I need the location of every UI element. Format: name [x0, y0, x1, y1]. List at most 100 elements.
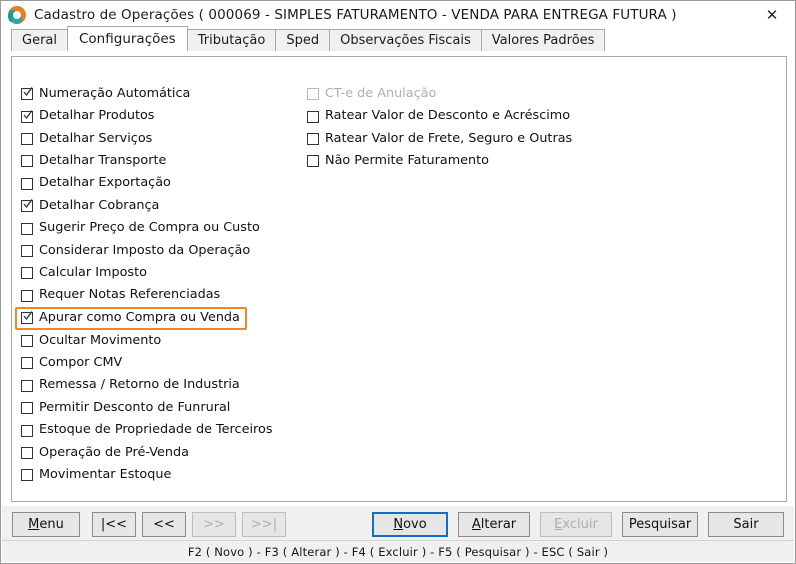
checkbox-label-permitir-desconto-de-funrural: Permitir Desconto de Funrural	[39, 399, 231, 415]
checkbox-row-calcular-imposto[interactable]: Calcular Imposto	[15, 262, 154, 284]
checkbox-label-ocultar-movimento: Ocultar Movimento	[39, 332, 162, 348]
action-button-bar: Menu |<< << >> >>| Novo Alterar Excluir …	[2, 506, 794, 542]
checkbox-row-requer-notas-referenciadas[interactable]: Requer Notas Referenciadas	[15, 285, 227, 307]
checkbox-label-numeracao-automatica: Numeração Automática	[39, 85, 191, 101]
checkbox-detalhar-exportacao[interactable]	[21, 177, 33, 190]
checkbox-label-requer-notas-referenciadas: Requer Notas Referenciadas	[39, 287, 221, 303]
tab-content-panel: Numeração Automática Detalhar Produtos Det…	[11, 56, 787, 502]
close-icon[interactable]: ✕	[749, 2, 795, 29]
checkbox-row-ocultar-movimento[interactable]: Ocultar Movimento	[15, 330, 168, 352]
tab-tributa-o[interactable]: Tributação	[186, 29, 277, 51]
checkbox-row-numeracao-automatica[interactable]: Numeração Automática	[15, 83, 197, 105]
checkbox-row-ratear-valor-de-desconto-e-acrescimo[interactable]: Ratear Valor de Desconto e Acréscimo	[301, 105, 577, 127]
checkbox-label-detalhar-produtos: Detalhar Produtos	[39, 108, 155, 124]
checkbox-label-movimentar-estoque: Movimentar Estoque	[39, 467, 172, 483]
checkbox-label-estoque-de-propriedade-de-terceiros: Estoque de Propriedade de Terceiros	[39, 422, 273, 438]
checkbox-label-apurar-como-compra-ou-venda: Apurar como Compra ou Venda	[39, 310, 240, 325]
nav-last-button: >>|	[242, 511, 286, 537]
checkbox-label-considerar-imposto-da-operacao: Considerar Imposto da Operação	[39, 242, 251, 258]
sair-button[interactable]: Sair	[708, 511, 784, 537]
checkbox-label-ct-e-de-anulacao: CT-e de Anulação	[325, 85, 437, 101]
status-bar: F2 ( Novo ) - F3 ( Alterar ) - F4 ( Excl…	[2, 540, 794, 562]
checkbox-compor-cmv[interactable]	[21, 357, 33, 370]
checkbox-label-sugerir-preco-de-compra-ou-custo: Sugerir Preço de Compra ou Custo	[39, 220, 260, 236]
novo-button-accel: N	[393, 516, 404, 532]
checkbox-row-ct-e-de-anulacao: CT-e de Anulação	[301, 83, 443, 105]
checkbox-label-ratear-valor-de-desconto-e-acrescimo: Ratear Valor de Desconto e Acréscimo	[325, 108, 571, 124]
checkbox-operacao-de-pre-venda[interactable]	[21, 447, 33, 460]
checkbox-row-detalhar-servicos[interactable]: Detalhar Serviços	[15, 128, 159, 150]
checkbox-row-estoque-de-propriedade-de-terceiros[interactable]: Estoque de Propriedade de Terceiros	[15, 419, 279, 441]
app-logo-icon	[8, 6, 26, 24]
nav-first-button[interactable]: |<<	[92, 511, 136, 537]
checkbox-detalhar-produtos[interactable]	[21, 109, 33, 123]
checkbox-numeracao-automatica[interactable]	[21, 87, 33, 101]
checkbox-permitir-desconto-de-funrural[interactable]	[21, 402, 33, 415]
options-column-right: CT-e de Anulação Ratear Valor de Desconto…	[307, 83, 579, 173]
checkbox-label-calcular-imposto: Calcular Imposto	[39, 264, 147, 280]
checkbox-detalhar-servicos[interactable]	[21, 132, 33, 145]
alterar-button[interactable]: Alterar	[458, 511, 530, 537]
checkbox-label-detalhar-cobranca: Detalhar Cobrança	[39, 197, 160, 213]
tab-geral[interactable]: Geral	[11, 29, 68, 51]
checkbox-ratear-valor-de-desconto-e-acrescimo[interactable]	[307, 110, 319, 123]
checkbox-detalhar-cobranca[interactable]	[21, 199, 33, 213]
checkbox-label-detalhar-transporte: Detalhar Transporte	[39, 152, 167, 168]
checkbox-row-movimentar-estoque[interactable]: Movimentar Estoque	[15, 464, 178, 486]
checkbox-considerar-imposto-da-operacao[interactable]	[21, 244, 33, 257]
tab-strip: Geral Configurações Tributação Sped Observaç…	[1, 26, 795, 51]
checkbox-row-nao-permite-faturamento[interactable]: Não Permite Faturamento	[301, 150, 496, 172]
checkbox-label-operacao-de-pre-venda: Operação de Pré-Venda	[39, 444, 189, 460]
tab-valores-padr-es[interactable]: Valores Padrões	[480, 29, 606, 51]
checkbox-row-permitir-desconto-de-funrural[interactable]: Permitir Desconto de Funrural	[15, 397, 237, 419]
novo-button[interactable]: Novo	[372, 511, 448, 537]
window-title: Cadastro de Operações ( 000069 - SIMPLES…	[34, 7, 677, 23]
nav-prev-button[interactable]: <<	[142, 511, 186, 537]
checkbox-row-detalhar-transporte[interactable]: Detalhar Transporte	[15, 150, 173, 172]
tab-sped[interactable]: Sped	[275, 29, 331, 51]
checkbox-label-nao-permite-faturamento: Não Permite Faturamento	[325, 152, 490, 168]
checkbox-label-ratear-valor-de-frete-seguro-e-outras: Ratear Valor de Frete, Seguro e Outras	[325, 130, 573, 146]
excluir-button: Excluir	[540, 511, 612, 537]
tab-configura-es[interactable]: Configurações	[67, 26, 188, 51]
checkbox-ct-e-de-anulacao	[307, 88, 319, 101]
checkbox-apurar-como-compra-ou-venda[interactable]	[21, 311, 33, 325]
status-bar-text: F2 ( Novo ) - F3 ( Alterar ) - F4 ( Excl…	[187, 544, 609, 559]
checkbox-requer-notas-referenciadas[interactable]	[21, 289, 33, 302]
checkbox-row-sugerir-preco-de-compra-ou-custo[interactable]: Sugerir Preço de Compra ou Custo	[15, 217, 267, 239]
checkbox-ocultar-movimento[interactable]	[21, 335, 33, 348]
checkbox-detalhar-transporte[interactable]	[21, 155, 33, 168]
checkbox-row-detalhar-produtos[interactable]: Detalhar Produtos	[15, 105, 161, 127]
checkbox-row-remessa-retorno-de-industria[interactable]: Remessa / Retorno de Industria	[15, 375, 247, 397]
checkbox-row-detalhar-exportacao[interactable]: Detalhar Exportação	[15, 173, 178, 195]
menu-button-label-rest: enu	[39, 516, 64, 532]
checkbox-row-considerar-imposto-da-operacao[interactable]: Considerar Imposto da Operação	[15, 240, 257, 262]
checkbox-nao-permite-faturamento[interactable]	[307, 155, 319, 168]
checkbox-movimentar-estoque[interactable]	[21, 469, 33, 482]
application-window: Cadastro de Operações ( 000069 - SIMPLES…	[0, 0, 796, 564]
tab-observa-es-fiscais[interactable]: Observações Fiscais	[329, 29, 482, 51]
checkbox-calcular-imposto[interactable]	[21, 267, 33, 280]
checkbox-row-compor-cmv[interactable]: Compor CMV	[15, 352, 129, 374]
checkbox-row-detalhar-cobranca[interactable]: Detalhar Cobrança	[15, 195, 166, 217]
checkbox-ratear-valor-de-frete-seguro-e-outras[interactable]	[307, 132, 319, 145]
checkbox-row-operacao-de-pre-venda[interactable]: Operação de Pré-Venda	[15, 442, 196, 464]
checkbox-remessa-retorno-de-industria[interactable]	[21, 379, 33, 392]
checkbox-row-ratear-valor-de-frete-seguro-e-outras[interactable]: Ratear Valor de Frete, Seguro e Outras	[301, 128, 579, 150]
novo-button-label-rest: ovo	[403, 516, 427, 532]
checkbox-sugerir-preco-de-compra-ou-custo[interactable]	[21, 222, 33, 235]
nav-next-button: >>	[192, 511, 236, 537]
options-column-left: Numeração Automática Detalhar Produtos Det…	[15, 83, 279, 487]
menu-button[interactable]: Menu	[12, 511, 80, 537]
checkbox-label-detalhar-servicos: Detalhar Serviços	[39, 130, 153, 146]
checkbox-label-detalhar-exportacao: Detalhar Exportação	[39, 175, 171, 191]
alterar-button-accel: A	[471, 516, 481, 532]
excluir-button-label-rest: xcluir	[562, 516, 598, 532]
alterar-button-label-rest: lterar	[480, 516, 517, 532]
checkbox-label-remessa-retorno-de-industria: Remessa / Retorno de Industria	[39, 377, 240, 393]
menu-button-accel: M	[28, 516, 40, 532]
pesquisar-button[interactable]: Pesquisar	[622, 511, 698, 537]
checkbox-estoque-de-propriedade-de-terceiros[interactable]	[21, 424, 33, 437]
title-bar: Cadastro de Operações ( 000069 - SIMPLES…	[1, 1, 795, 29]
checkbox-row-apurar-como-compra-ou-venda[interactable]: Apurar como Compra ou Venda	[15, 306, 247, 330]
